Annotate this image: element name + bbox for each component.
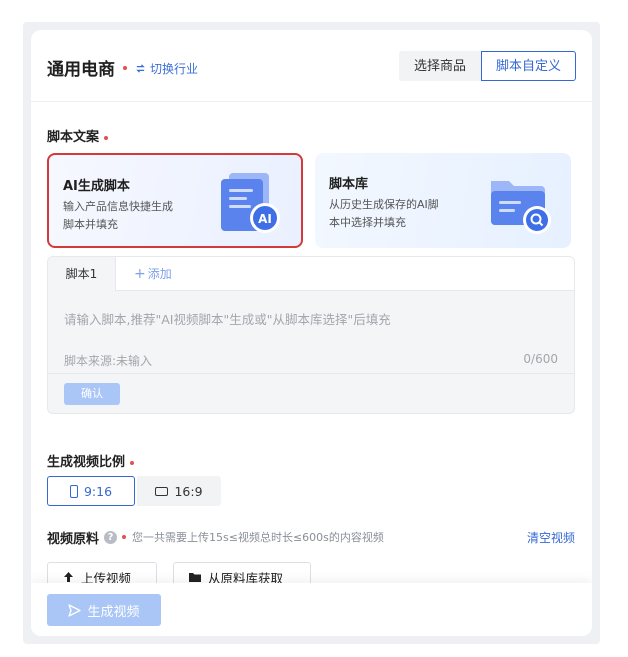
generate-video-label: 生成视频 <box>87 604 140 620</box>
mode-segment: 选择商品 脚本自定义 <box>398 51 576 81</box>
generate-video-button[interactable]: 生成视频 <box>47 594 161 626</box>
page-title: 通用电商 <box>47 60 115 80</box>
divider <box>48 373 574 374</box>
ratio-option-16-9[interactable]: 16:9 <box>137 476 221 506</box>
add-script-label: 添加 <box>147 267 172 281</box>
ai-badge-text: AI <box>258 212 272 226</box>
switch-icon <box>136 64 145 73</box>
required-dot <box>104 135 109 140</box>
lib-card-title: 脚本库 <box>329 177 369 192</box>
confirm-button[interactable]: 确认 <box>64 383 120 405</box>
custom-script-button[interactable]: 脚本自定义 <box>480 51 576 81</box>
switch-industry-link[interactable]: 切换行业 <box>135 60 198 77</box>
script-tabs: 脚本1 + 添加 <box>48 257 574 291</box>
header: 通用电商 切换行业 选择商品 脚本自定义 <box>31 30 592 102</box>
send-icon <box>68 603 82 617</box>
ratio-section-label-text: 生成视频比例 <box>47 455 126 470</box>
folder-search-icon <box>491 181 551 234</box>
material-hint: 您一共需要上传15s≤视频总时长≤600s的内容视频 <box>132 531 384 544</box>
required-dot <box>130 460 135 465</box>
script-section-label-text: 脚本文案 <box>47 130 100 145</box>
select-product-button[interactable]: 选择商品 <box>398 51 481 81</box>
script-section-label: 脚本文案 <box>47 126 109 145</box>
help-icon[interactable]: ? <box>104 530 118 544</box>
switch-industry-label: 切换行业 <box>150 62 199 76</box>
clear-videos-link[interactable]: 清空视频 <box>527 529 575 546</box>
ai-card-desc: 输入产品信息快捷生成脚本并填充 <box>63 200 173 231</box>
ratio-option-9-16[interactable]: 9:16 <box>47 476 135 506</box>
char-count: 0/600 <box>523 352 558 366</box>
main-card: 通用电商 切换行业 选择商品 脚本自定义 脚本文案 AI生成脚本 输入产品信息快… <box>31 30 592 636</box>
landscape-icon <box>155 486 169 496</box>
ai-generate-card[interactable]: AI生成脚本 输入产品信息快捷生成脚本并填充 AI <box>47 153 303 248</box>
tab-script-1[interactable]: 脚本1 <box>48 257 116 291</box>
upload-icon <box>64 571 73 582</box>
script-editor: 脚本1 + 添加 请输入脚本,推荐"AI视频脚本"生成或"从脚本库选择"后填充 脚… <box>47 256 575 414</box>
ai-document-icon: AI <box>221 173 280 233</box>
ratio-16-9-label: 16:9 <box>174 483 203 499</box>
plus-icon: + <box>134 266 146 282</box>
script-textarea[interactable]: 请输入脚本,推荐"AI视频脚本"生成或"从脚本库选择"后填充 <box>64 309 391 328</box>
ratio-section-label: 生成视频比例 <box>47 451 135 470</box>
page-frame: 通用电商 切换行业 选择商品 脚本自定义 脚本文案 AI生成脚本 输入产品信息快… <box>23 22 600 644</box>
ai-card-title: AI生成脚本 <box>63 179 130 194</box>
folder-icon <box>189 573 201 582</box>
ratio-9-16-label: 9:16 <box>83 483 113 499</box>
required-dot <box>123 66 127 70</box>
required-dot <box>122 535 127 539</box>
material-section-label: 视频原料 <box>47 531 100 547</box>
footer-bar: 生成视频 <box>31 583 592 636</box>
script-library-card[interactable]: 脚本库 从历史生成保存的AI脚本中选择并填充 <box>315 153 571 248</box>
portrait-icon <box>69 484 78 498</box>
script-source: 脚本来源:未输入 <box>64 354 153 368</box>
material-row: 视频原料 ? 您一共需要上传15s≤视频总时长≤600s的内容视频 清空视频 <box>47 527 575 547</box>
lib-card-desc: 从历史生成保存的AI脚本中选择并填充 <box>329 198 439 229</box>
add-script-button[interactable]: + 添加 <box>134 257 172 291</box>
